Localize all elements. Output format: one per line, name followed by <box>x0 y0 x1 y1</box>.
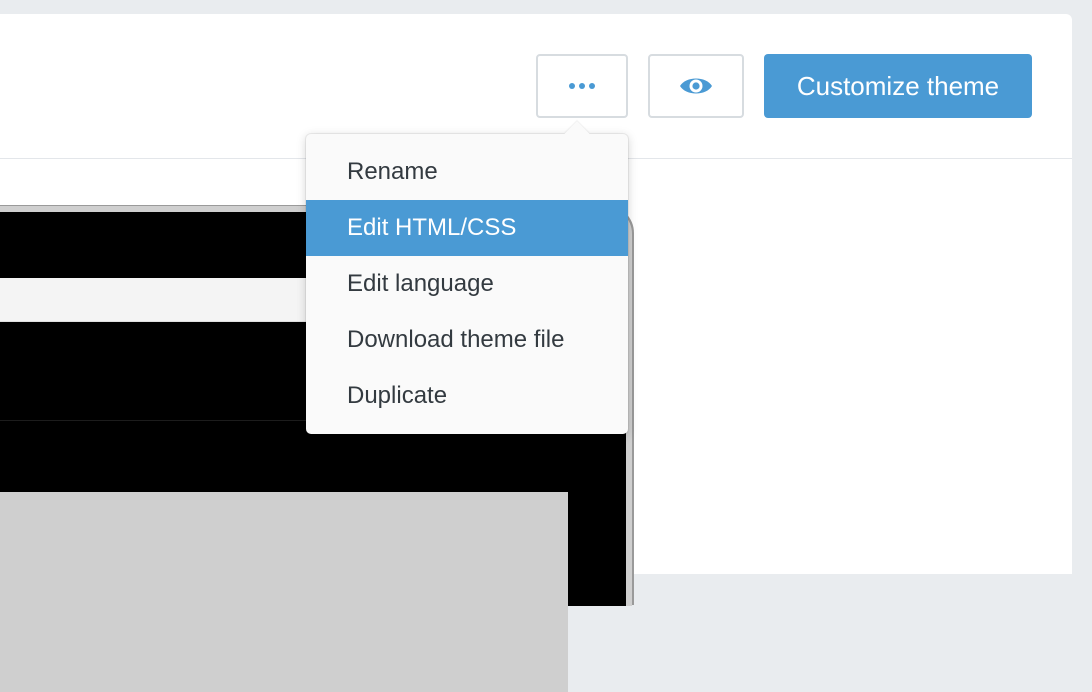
customize-theme-button[interactable]: Customize theme <box>764 54 1032 118</box>
eye-icon <box>680 78 712 94</box>
menu-item-edit-html-css[interactable]: Edit HTML/CSS <box>306 200 628 256</box>
menu-item-download-theme-file[interactable]: Download theme file <box>306 312 628 368</box>
menu-item-edit-language[interactable]: Edit language <box>306 256 628 312</box>
preview-content-area <box>0 492 568 692</box>
ellipsis-icon <box>569 83 595 89</box>
menu-item-duplicate[interactable]: Duplicate <box>306 368 628 424</box>
more-actions-button[interactable] <box>536 54 628 118</box>
menu-item-rename[interactable]: Rename <box>306 144 628 200</box>
preview-button[interactable] <box>648 54 744 118</box>
theme-actions-dropdown: Rename Edit HTML/CSS Edit language Downl… <box>306 121 628 434</box>
